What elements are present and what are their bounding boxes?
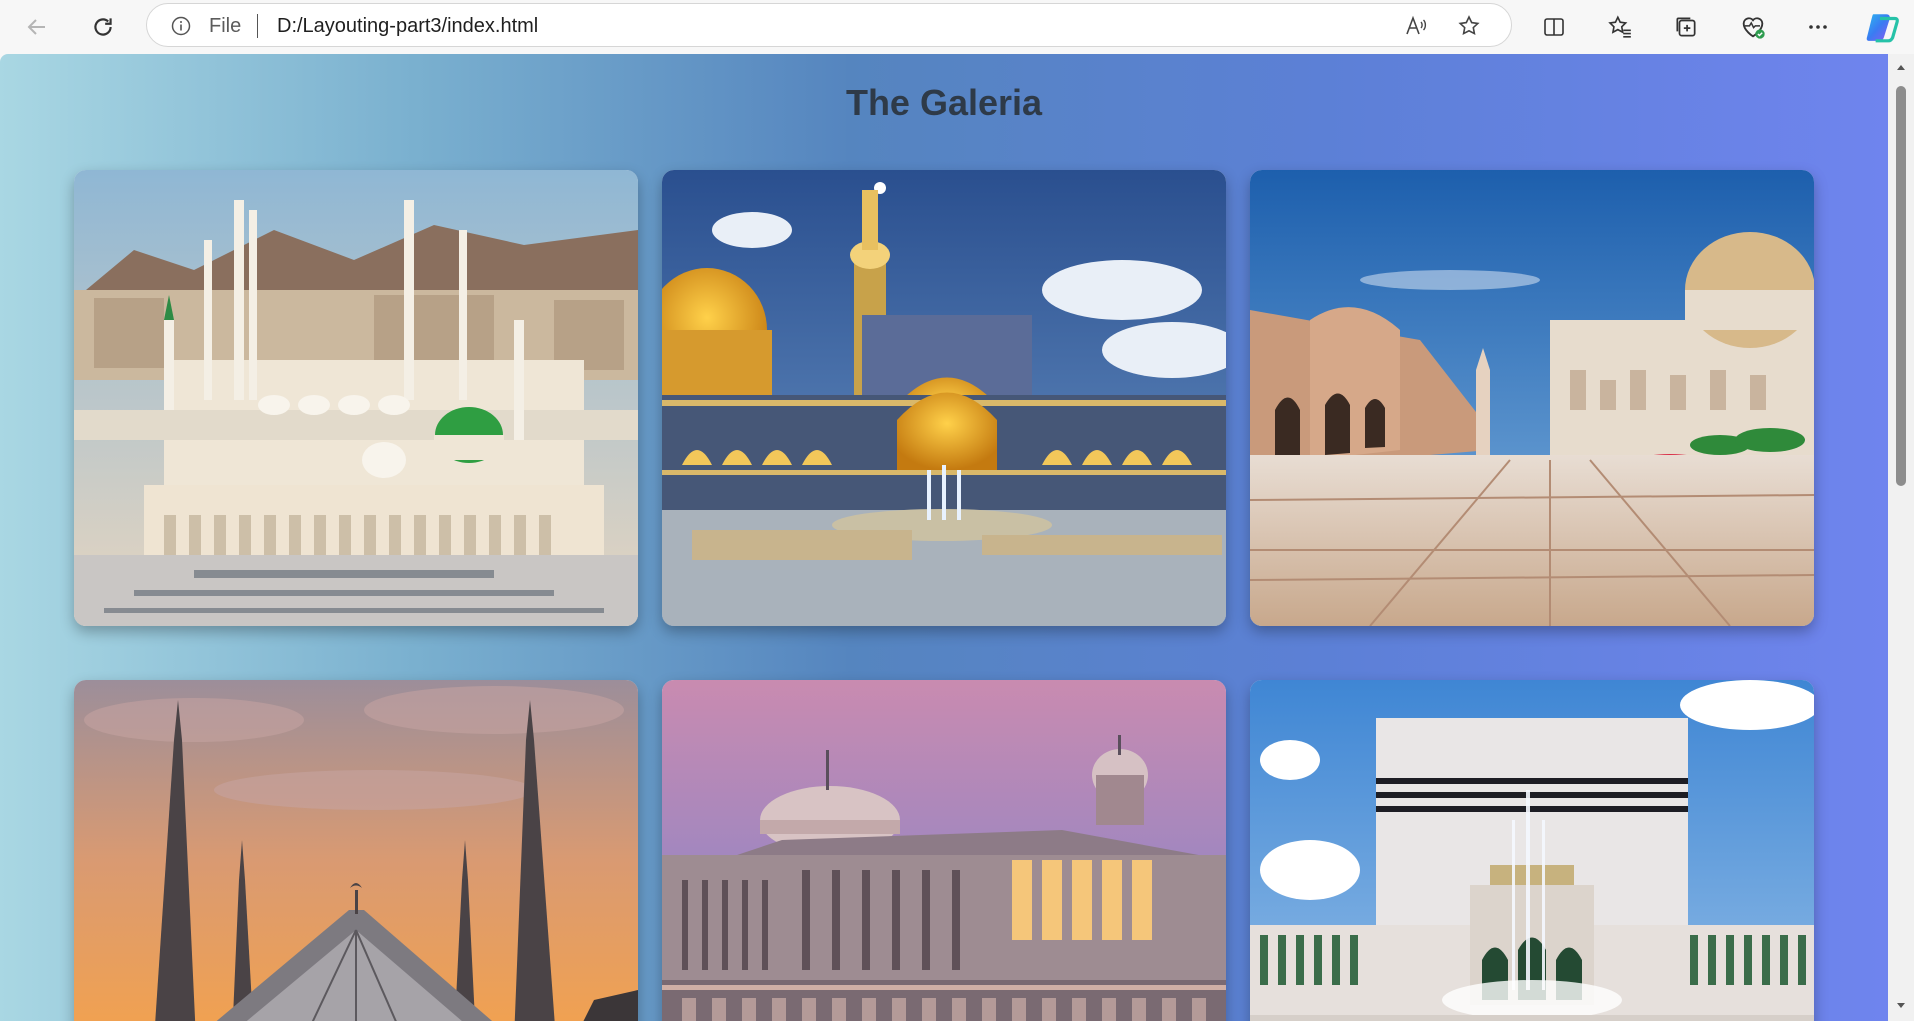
istiqlal-mosque-photo[interactable]: [662, 680, 1226, 1021]
vertical-scrollbar[interactable]: [1888, 54, 1914, 1021]
back-button[interactable]: [17, 7, 57, 47]
settings-more-button[interactable]: [1798, 7, 1838, 47]
collections-icon: [1676, 17, 1696, 37]
imam-reza-shrine-image: [662, 170, 1226, 626]
imam-reza-shrine-photo[interactable]: [662, 170, 1226, 626]
refresh-button[interactable]: [83, 7, 123, 47]
collections-button[interactable]: [1666, 7, 1706, 47]
refresh-icon: [94, 18, 112, 36]
favorite-button[interactable]: [1454, 11, 1484, 41]
scroll-down-arrow-icon[interactable]: [1894, 999, 1908, 1013]
star-icon: [1458, 15, 1480, 36]
address-separator: [257, 14, 258, 38]
info-icon[interactable]: [171, 16, 191, 36]
url-text[interactable]: D:/Layouting-part3/index.html: [277, 15, 538, 38]
sultan-qaboos-mosque-image: [1250, 170, 1814, 626]
baitul-mukarram-mosque-image: [1250, 680, 1814, 1021]
copilot-button[interactable]: [1862, 7, 1902, 47]
copilot-icon: [1866, 14, 1899, 43]
sultan-qaboos-mosque-photo[interactable]: [1250, 170, 1814, 626]
page-viewport: The Galeria: [0, 54, 1914, 1021]
address-bar[interactable]: File D:/Layouting-part3/index.html: [146, 3, 1512, 47]
faisal-mosque-photo[interactable]: [74, 680, 638, 1021]
browser-essentials-button[interactable]: [1733, 7, 1773, 47]
masjid-an-nabawi-image: [74, 170, 638, 626]
heart-pulse-icon: [1742, 17, 1765, 39]
site-info-label[interactable]: File: [209, 15, 241, 38]
more-dots-icon: [1809, 25, 1827, 29]
split-screen-button[interactable]: [1534, 7, 1574, 47]
read-aloud-icon: [1406, 15, 1427, 35]
gallery-page: The Galeria: [0, 54, 1888, 1021]
faisal-mosque-image: [74, 680, 638, 1021]
page-title: The Galeria: [845, 82, 1043, 123]
favorites-button[interactable]: [1600, 7, 1640, 47]
scroll-up-arrow-icon[interactable]: [1894, 60, 1908, 74]
favorites-star-list-icon: [1608, 15, 1631, 38]
baitul-mukarram-mosque-photo[interactable]: [1250, 680, 1814, 1021]
istiqlal-mosque-image: [662, 680, 1226, 1021]
split-screen-icon: [1544, 18, 1564, 36]
masjid-an-nabawi-photo[interactable]: [74, 170, 638, 626]
scrollbar-thumb[interactable]: [1896, 86, 1906, 486]
arrow-left-icon: [27, 19, 45, 35]
browser-toolbar: File D:/Layouting-part3/index.html: [0, 0, 1914, 54]
read-aloud-button[interactable]: [1401, 11, 1431, 41]
